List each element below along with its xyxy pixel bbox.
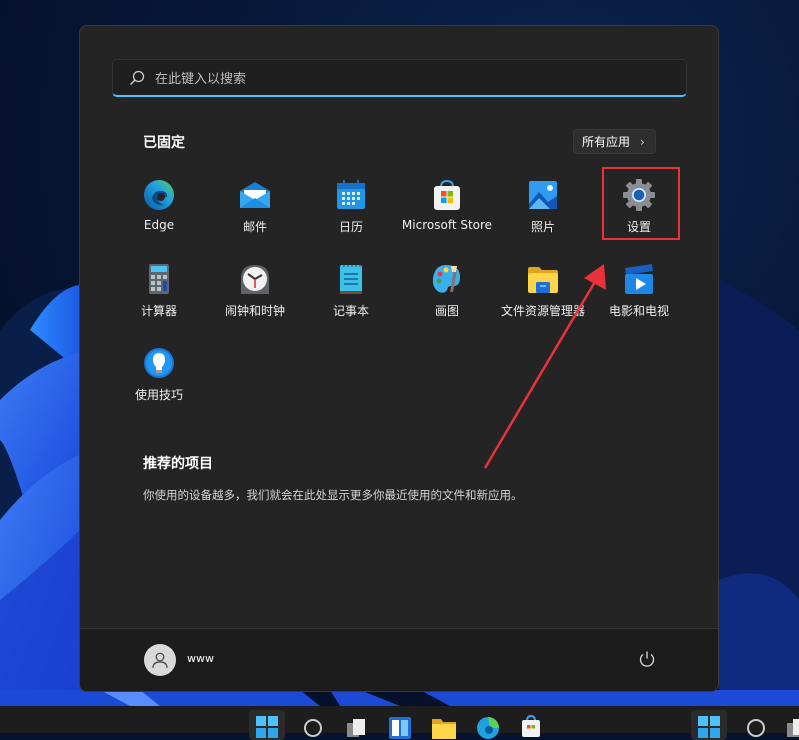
app-label: 照片 (530, 220, 555, 234)
search-placeholder: 在此键入以搜索 (155, 72, 247, 87)
app-label: 电影和电视 (608, 304, 669, 318)
pinned-app-microsoft-store[interactable]: Microsoft Store (399, 170, 495, 250)
start-menu-footer: www (80, 628, 718, 691)
start-menu: 在此键入以搜索 已固定 所有应用 › Edge 邮件 日历 Microsoft … (79, 25, 719, 692)
pinned-app-movies-tv[interactable]: 电影和电视 (591, 254, 687, 334)
taskbar-file-explorer-button[interactable] (426, 710, 462, 740)
start-icon (698, 716, 720, 738)
app-label: 邮件 (242, 220, 267, 234)
pinned-app-mail[interactable]: 邮件 (207, 170, 303, 250)
app-label: 计算器 (140, 304, 177, 318)
task-view-icon (787, 719, 799, 737)
user-icon (152, 652, 168, 669)
app-label: 文件资源管理器 (500, 304, 585, 318)
file-explorer-icon (432, 719, 456, 739)
app-label: Microsoft Store (401, 218, 493, 232)
pinned-app-tips[interactable]: 使用技巧 (111, 338, 207, 418)
tips-icon (142, 346, 176, 380)
start-icon (256, 716, 278, 738)
edge-icon (477, 717, 499, 739)
mail-icon (238, 178, 272, 212)
app-label: 日历 (338, 220, 363, 234)
pinned-app-edge[interactable]: Edge (111, 170, 207, 250)
pinned-app-paint[interactable]: 画图 (399, 254, 495, 334)
app-label: Edge (143, 218, 175, 232)
clock-icon (238, 262, 272, 296)
taskbar-task-view-button-secondary[interactable] (778, 710, 799, 740)
notepad-icon (334, 262, 368, 296)
taskbar-start-button[interactable] (249, 710, 285, 740)
calendar-icon (334, 178, 368, 212)
paint-icon (430, 262, 464, 296)
taskbar-search-button-secondary[interactable] (738, 710, 774, 740)
calculator-icon (142, 262, 176, 296)
power-button[interactable] (638, 650, 656, 668)
username[interactable]: www (187, 652, 214, 665)
all-apps-button[interactable]: 所有应用 › (573, 129, 656, 154)
edge-icon (142, 178, 176, 212)
pinned-app-alarms-clock[interactable]: 闹钟和时钟 (207, 254, 303, 334)
pinned-app-file-explorer[interactable]: 文件资源管理器 (495, 254, 591, 334)
taskbar-start-button-secondary[interactable] (691, 710, 727, 740)
pinned-section-title: 已固定 (143, 135, 185, 151)
recommended-description: 你使用的设备越多，我们就会在此处显示更多你最近使用的文件和新应用。 (143, 488, 523, 502)
app-label: 使用技巧 (134, 388, 183, 402)
pinned-app-calculator[interactable]: 计算器 (111, 254, 207, 334)
search-icon (747, 719, 765, 737)
search-icon (304, 719, 322, 737)
widgets-icon (389, 717, 411, 739)
movies-tv-icon (622, 262, 656, 296)
taskbar (0, 706, 799, 740)
store-icon (522, 715, 540, 737)
photos-icon (526, 178, 560, 212)
taskbar-task-view-button[interactable] (338, 710, 374, 740)
taskbar-edge-button[interactable] (470, 710, 506, 740)
chevron-right-icon: › (640, 134, 645, 149)
user-avatar[interactable] (144, 644, 176, 676)
all-apps-label: 所有应用 (582, 135, 631, 149)
recommended-section-title: 推荐的项目 (143, 456, 213, 472)
search-icon (129, 70, 145, 86)
pinned-app-photos[interactable]: 照片 (495, 170, 591, 250)
settings-highlight-annotation (602, 167, 680, 240)
pinned-app-calendar[interactable]: 日历 (303, 170, 399, 250)
search-input[interactable]: 在此键入以搜索 (112, 59, 687, 97)
app-label: 闹钟和时钟 (224, 304, 285, 318)
app-label: 记事本 (332, 304, 369, 318)
taskbar-widgets-button[interactable] (382, 710, 418, 740)
pinned-app-notepad[interactable]: 记事本 (303, 254, 399, 334)
taskbar-store-button[interactable] (513, 710, 549, 740)
file-explorer-icon (526, 262, 560, 296)
power-icon (639, 651, 655, 667)
app-label: 画图 (434, 304, 459, 318)
task-view-icon (347, 719, 365, 737)
store-icon (430, 178, 464, 212)
taskbar-search-button[interactable] (295, 710, 331, 740)
